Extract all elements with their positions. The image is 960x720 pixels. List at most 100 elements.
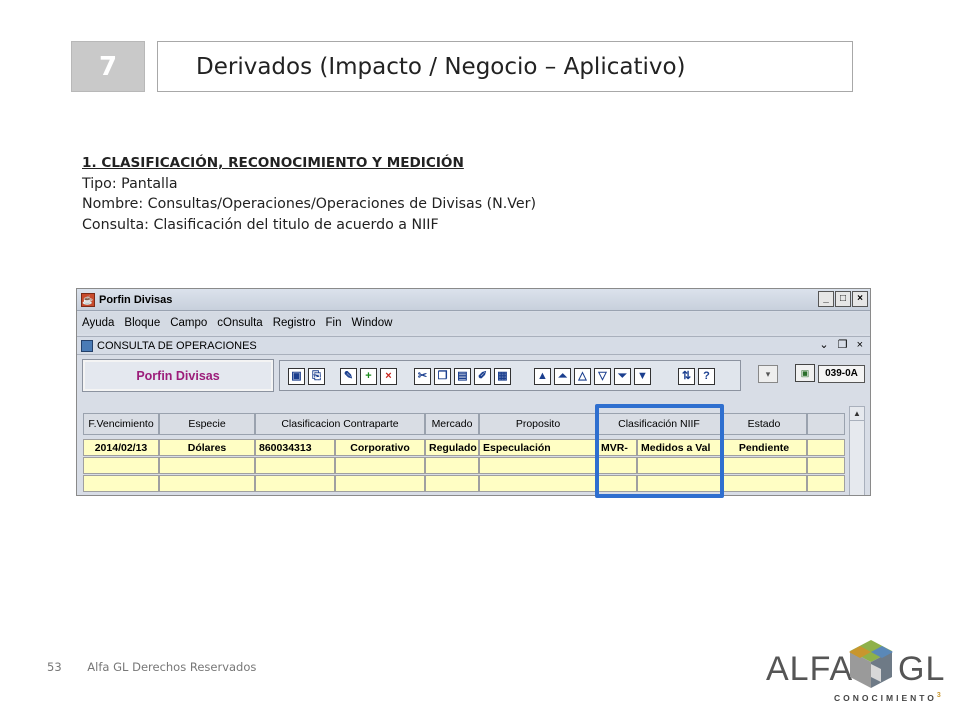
empty-cell[interactable]	[159, 475, 255, 492]
empty-cell[interactable]	[637, 475, 721, 492]
empty-cell[interactable]	[721, 457, 807, 474]
empty-cell[interactable]	[479, 457, 597, 474]
paste-icon[interactable]: ▤	[454, 368, 471, 385]
slide-title: Derivados (Impacto / Negocio – Aplicativ…	[157, 41, 853, 92]
header-especie: Especie	[159, 413, 255, 435]
module-name-box: Porfin Divisas	[82, 359, 274, 392]
window-title: Porfin Divisas	[99, 293, 173, 306]
logo-gl-text: GL	[898, 650, 946, 688]
cell-niif-code[interactable]: MVR-	[597, 439, 637, 456]
logo-superscript: 3	[936, 692, 944, 699]
nombre-line: Nombre: Consultas/Operaciones/Operacione…	[82, 196, 536, 212]
menu-window[interactable]: Window	[352, 317, 393, 329]
page-number: 53	[47, 660, 62, 674]
cell-extra[interactable]	[807, 439, 845, 456]
cell-estado[interactable]: Pendiente	[721, 439, 807, 456]
tipo-line: Tipo: Pantalla	[82, 175, 178, 192]
empty-cell[interactable]	[255, 475, 335, 492]
empty-cell[interactable]	[479, 475, 597, 492]
empty-cell[interactable]	[637, 457, 721, 474]
previous-record-icon[interactable]: △	[574, 368, 591, 385]
insert-record-icon[interactable]: +	[360, 368, 377, 385]
next-block-icon[interactable]: ⏷	[614, 368, 631, 385]
cell-contraparte[interactable]: Corporativo	[335, 439, 425, 456]
empty-cell[interactable]	[721, 475, 807, 492]
module-name: Porfin Divisas	[136, 368, 220, 383]
next-record-icon[interactable]: ▽	[594, 368, 611, 385]
empty-cell[interactable]	[255, 457, 335, 474]
cell-niif-desc[interactable]: Medidos a Val	[637, 439, 721, 456]
exit-icon[interactable]: ⎘	[308, 368, 325, 385]
toolbar: ▣ ⎘ ✎ + × ✂ ❐ ▤ ✐ ▦ ▲ ⏶ △ ▽ ⏷ ▼ ⇅ ?	[279, 360, 741, 391]
menu-registro[interactable]: Registro	[273, 317, 316, 329]
cell-proposito[interactable]: Especulación	[479, 439, 597, 456]
maximize-button[interactable]: □	[835, 291, 851, 307]
empty-cell[interactable]	[425, 475, 479, 492]
menu-bar: Ayuda Bloque Campo cOnsulta Registro Fin…	[77, 312, 870, 334]
footer: 53 Alfa GL Derechos Reservados	[47, 660, 256, 674]
cell-nit[interactable]: 860034313	[255, 439, 335, 456]
menu-fin[interactable]: Fin	[326, 317, 342, 329]
help-icon[interactable]: ?	[698, 368, 715, 385]
empty-cell[interactable]	[597, 457, 637, 474]
menu-bloque[interactable]: Bloque	[124, 317, 160, 329]
empty-cell[interactable]	[335, 475, 425, 492]
vertical-scrollbar[interactable]: ▲	[849, 406, 865, 495]
header-estado: Estado	[721, 413, 807, 435]
logo-subtitle: CONOCIMIENTO3	[834, 692, 944, 703]
java-app-icon: ☕	[81, 292, 95, 307]
section-heading: 1. CLASIFICACIÓN, RECONOCIMIENTO Y MEDIC…	[82, 155, 464, 171]
save-icon[interactable]: ▣	[288, 368, 305, 385]
header-clasificacion-niif: Clasificación NIIF	[597, 413, 721, 435]
logo-alfa-text: ALFA	[766, 650, 854, 688]
cell-mercado[interactable]: Regulado	[425, 439, 479, 456]
empty-cell[interactable]	[83, 475, 159, 492]
empty-cell[interactable]	[335, 457, 425, 474]
copy-icon[interactable]: ❐	[434, 368, 451, 385]
form-icon	[81, 339, 93, 352]
header-extra	[807, 413, 845, 435]
header-mercado: Mercado	[425, 413, 479, 435]
edit-field-icon[interactable]: ✐	[474, 368, 491, 385]
close-button[interactable]: ×	[852, 291, 868, 307]
header-proposito: Proposito	[479, 413, 597, 435]
cut-icon[interactable]: ✂	[414, 368, 431, 385]
cell-especie[interactable]: Dólares	[159, 439, 255, 456]
menu-ayuda[interactable]: Ayuda	[82, 317, 114, 329]
previous-block-icon[interactable]: ⏶	[554, 368, 571, 385]
slide-number: 7	[71, 41, 145, 92]
header-fvencimiento: F.Vencimiento	[83, 413, 159, 435]
toolbar-area: Porfin Divisas ▣ ⎘ ✎ + × ✂ ❐ ▤ ✐ ▦ ▲ ⏶ △…	[77, 356, 870, 398]
empty-cell[interactable]	[159, 457, 255, 474]
header-clasificacion-contraparte: Clasificacion Contraparte	[255, 413, 425, 435]
empty-cell[interactable]	[83, 457, 159, 474]
app-window: ☕ Porfin Divisas _ □ × Ayuda Bloque Camp…	[76, 288, 871, 496]
last-record-icon[interactable]: ▼	[634, 368, 651, 385]
cube-logo-icon	[849, 640, 893, 688]
window-titlebar: ☕ Porfin Divisas _ □ ×	[77, 289, 870, 311]
menu-campo[interactable]: Campo	[170, 317, 207, 329]
menu-consulta[interactable]: cOnsulta	[217, 317, 262, 329]
scroll-up-icon[interactable]: ▲	[850, 407, 864, 421]
print-icon[interactable]: ▦	[494, 368, 511, 385]
logo-subtitle-text: CONOCIMIENTO	[834, 692, 937, 703]
window-controls: _ □ ×	[818, 291, 868, 307]
footer-text: Alfa GL Derechos Reservados	[87, 660, 257, 674]
empty-cell[interactable]	[597, 475, 637, 492]
subwindow-titlebar: CONSULTA DE OPERACIONES ⌄ ❐ ×	[77, 336, 870, 355]
cell-vencimiento[interactable]: 2014/02/13	[83, 439, 159, 456]
minimize-button[interactable]: _	[818, 291, 834, 307]
first-record-icon[interactable]: ▲	[534, 368, 551, 385]
empty-cell[interactable]	[807, 457, 845, 474]
edit-icon[interactable]: ✎	[340, 368, 357, 385]
calculator-icon[interactable]: ▣	[795, 364, 815, 382]
query-icon[interactable]: ⇅	[678, 368, 695, 385]
empty-cell[interactable]	[425, 457, 479, 474]
consulta-line: Consulta: Clasificación del titulo de ac…	[82, 216, 439, 233]
delete-record-icon[interactable]: ×	[380, 368, 397, 385]
empty-cell[interactable]	[807, 475, 845, 492]
subwindow-title: CONSULTA DE OPERACIONES	[97, 339, 257, 352]
subwindow-controls[interactable]: ⌄ ❐ ×	[819, 338, 866, 351]
dropdown-icon[interactable]: ▾	[758, 365, 778, 383]
description-block: 1. CLASIFICACIÓN, RECONOCIMIENTO Y MEDIC…	[82, 153, 536, 235]
